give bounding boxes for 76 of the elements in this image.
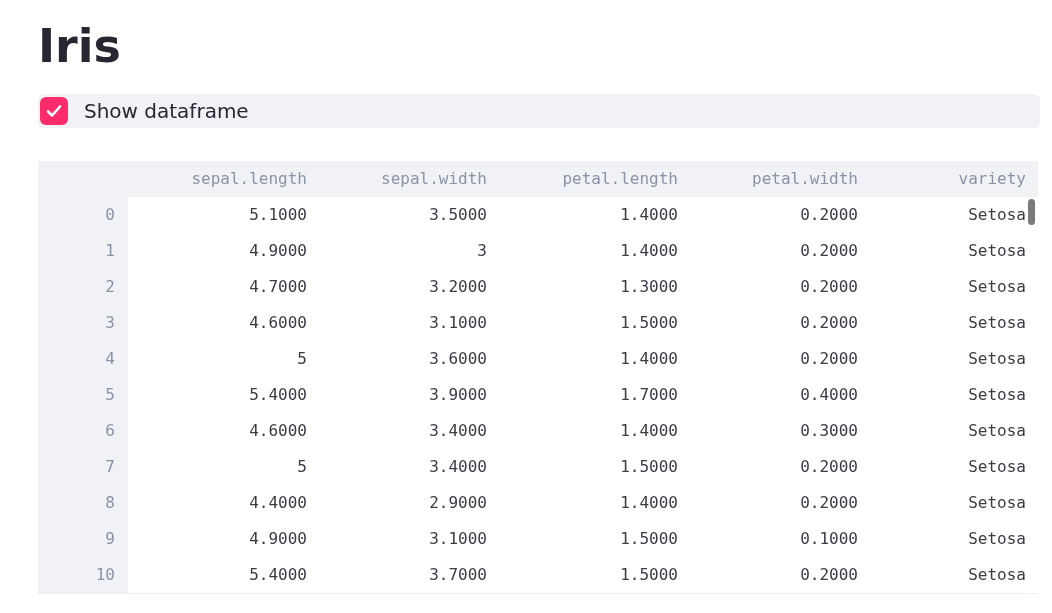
table-cell: 0.2000	[678, 449, 858, 485]
checkbox-label[interactable]: Show dataframe	[84, 96, 249, 126]
row-index: 4	[104, 348, 116, 370]
table-cell: Setosa	[858, 557, 1038, 593]
table-cell: 1.5000	[487, 521, 678, 557]
table-cell: 3.2000	[307, 269, 487, 305]
row-index: 0	[104, 204, 116, 226]
table-cell: Setosa	[858, 197, 1038, 233]
table-cell: Setosa	[858, 413, 1038, 449]
column-header: petal.length	[561, 168, 678, 190]
row-index: 3	[104, 312, 116, 334]
table-cell: 0.2000	[678, 485, 858, 521]
checkmark-icon	[46, 104, 62, 118]
table-cell: 4.9000	[128, 521, 307, 557]
table-cell: 3.7000	[307, 557, 487, 593]
column-header: sepal.width	[380, 168, 487, 190]
table-cell: 1.5000	[487, 305, 678, 341]
table-cell: 5.4000	[128, 557, 307, 593]
row-index: 1	[104, 240, 116, 262]
table-cell: 1.3000	[487, 269, 678, 305]
table-cell: 5.1000	[128, 197, 307, 233]
table-cell: 0.2000	[678, 197, 858, 233]
row-index: 9	[104, 528, 116, 550]
page-title: Iris	[38, 18, 121, 74]
table-cell: 0.2000	[678, 305, 858, 341]
table-cell: 5	[128, 341, 307, 377]
column-header: sepal.length	[190, 168, 307, 190]
table-cell: 3.4000	[307, 413, 487, 449]
table-cell: 0.2000	[678, 341, 858, 377]
table-cell: 3.1000	[307, 305, 487, 341]
table-cell: 3.1000	[307, 521, 487, 557]
table-cell: Setosa	[858, 341, 1038, 377]
table-cell: Setosa	[858, 377, 1038, 413]
table-cell: Setosa	[858, 449, 1038, 485]
table-cell: 3	[307, 233, 487, 269]
table-cell: 0.2000	[678, 557, 858, 593]
table-cell: 1.4000	[487, 413, 678, 449]
table-cell: Setosa	[858, 485, 1038, 521]
row-index: 2	[104, 276, 116, 298]
table-cell: 0.2000	[678, 233, 858, 269]
column-header: petal.width	[751, 168, 858, 190]
table-cell: 0.2000	[678, 269, 858, 305]
table-cell: Setosa	[858, 521, 1038, 557]
table-cell: 0.4000	[678, 377, 858, 413]
table-cell: 5.4000	[128, 377, 307, 413]
column-header: variety	[957, 168, 1027, 190]
row-index: 10	[94, 564, 116, 586]
scrollbar-thumb[interactable]	[1028, 199, 1035, 225]
table-cell: 1.5000	[487, 449, 678, 485]
checkbox[interactable]	[40, 97, 68, 125]
row-index: 5	[104, 384, 116, 406]
table-cell: 0.1000	[678, 521, 858, 557]
table-cell: 1.5000	[487, 557, 678, 593]
table-cell: 3.5000	[307, 197, 487, 233]
table-cell: 3.6000	[307, 341, 487, 377]
table-cell: 1.4000	[487, 197, 678, 233]
table-cell: 4.9000	[128, 233, 307, 269]
table-cell: 1.4000	[487, 485, 678, 521]
table-cell: 4.6000	[128, 413, 307, 449]
table-cell: 4.6000	[128, 305, 307, 341]
table-cell: 2.9000	[307, 485, 487, 521]
table-cell: Setosa	[858, 305, 1038, 341]
table-cell: 5	[128, 449, 307, 485]
row-index: 8	[104, 492, 116, 514]
row-index: 7	[104, 456, 116, 478]
table-cell: Setosa	[858, 233, 1038, 269]
table-cell: Setosa	[858, 269, 1038, 305]
table-cell: 4.7000	[128, 269, 307, 305]
table-cell: 3.4000	[307, 449, 487, 485]
table-cell: 4.4000	[128, 485, 307, 521]
table-cell: 3.9000	[307, 377, 487, 413]
table-cell: 1.4000	[487, 341, 678, 377]
table-cell: 1.7000	[487, 377, 678, 413]
table-cell: 1.4000	[487, 233, 678, 269]
table-cell: 0.3000	[678, 413, 858, 449]
row-index: 6	[104, 420, 116, 442]
